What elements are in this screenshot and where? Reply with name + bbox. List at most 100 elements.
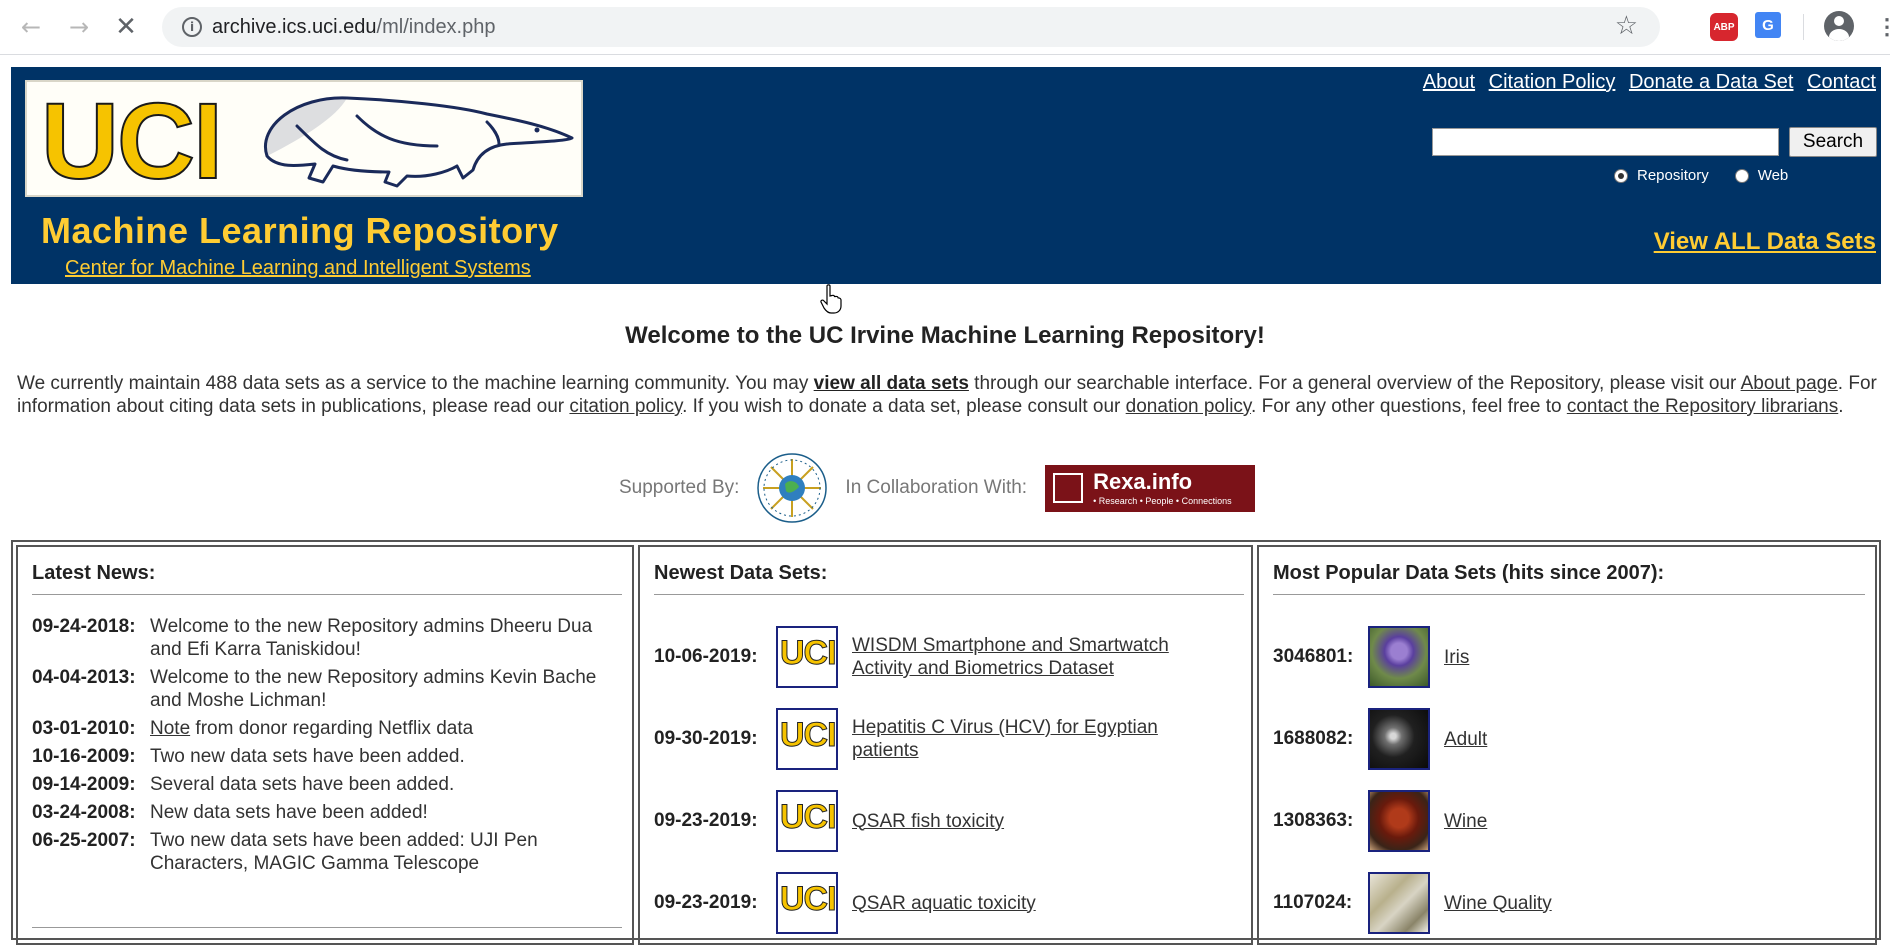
news-item: 10-16-2009: Two new data sets have been … <box>32 745 622 768</box>
intro-paragraph: We currently maintain 488 data sets as a… <box>17 372 1877 418</box>
news-item: 03-01-2010: Note from donor regarding Ne… <box>32 717 622 740</box>
donation-policy-link[interactable]: donation policy <box>1126 396 1251 417</box>
iris-flower-thumbnail[interactable] <box>1368 626 1430 688</box>
hand-cursor-icon <box>820 284 842 314</box>
newest-dataset-row: 09-30-2019: UCI Hepatitis C Virus (HCV) … <box>654 706 1192 772</box>
news-list: 09-24-2018: Welcome to the new Repositor… <box>32 615 622 880</box>
search-input[interactable] <box>1432 128 1779 156</box>
browser-menu-icon[interactable]: ⋮ <box>1876 14 1890 40</box>
popular-dataset-row: 3046801: Iris <box>1273 624 1784 690</box>
back-arrow-icon[interactable]: ← <box>16 12 46 42</box>
uci-logo[interactable]: UCI <box>25 79 583 202</box>
newest-dataset-row: 09-23-2019: UCI QSAR fish toxicity <box>654 788 1192 854</box>
dataset-link[interactable]: QSAR fish toxicity <box>852 810 1192 833</box>
nav-link-citation-policy[interactable]: Citation Policy <box>1489 71 1616 93</box>
stop-loading-icon[interactable]: ✕ <box>111 12 141 42</box>
rexa-name: Rexa.info <box>1093 468 1193 494</box>
rexa-mark-icon <box>1053 472 1084 503</box>
search-button[interactable]: Search <box>1789 127 1877 157</box>
radio-repository[interactable] <box>1614 168 1628 183</box>
dataset-date: 09-23-2019: <box>654 892 758 913</box>
site-title: Machine Learning Repository <box>41 210 559 251</box>
welcome-title: Welcome to the UC Irvine Machine Learnin… <box>625 322 1265 349</box>
news-item: 03-24-2008: New data sets have been adde… <box>32 801 622 824</box>
url-path: /ml/index.php <box>376 16 496 38</box>
news-text: Several data sets have been added. <box>150 774 455 795</box>
site-header: UCI Machine Learning Repository Center f… <box>11 67 1881 284</box>
uci-thumbnail-icon[interactable]: UCI <box>776 708 838 770</box>
news-date: 09-24-2018: <box>32 616 136 637</box>
wine-glass-thumbnail[interactable] <box>1368 790 1430 852</box>
contact-librarians-link[interactable]: contact the Repository librarians <box>1567 396 1838 417</box>
newest-dataset-row: 10-06-2019: UCI WISDM Smartphone and Sma… <box>654 624 1192 690</box>
newest-dataset-row: 09-23-2019: UCI QSAR aquatic toxicity <box>654 870 1192 936</box>
wine-quality-thumbnail[interactable] <box>1368 872 1430 934</box>
intro-text: . For any other questions, feel free to <box>1251 396 1567 417</box>
nsf-logo-icon[interactable] <box>755 451 829 525</box>
dataset-date: 10-06-2019: <box>654 646 758 667</box>
news-item: 04-04-2013: Welcome to the new Repositor… <box>32 666 622 712</box>
dataset-date: 09-30-2019: <box>654 728 758 749</box>
news-text: Welcome to the new Repository admins Kev… <box>150 667 597 711</box>
latest-news-title: Latest News: <box>32 562 156 584</box>
divider <box>32 594 622 595</box>
news-date: 09-14-2009: <box>32 774 136 795</box>
rexa-logo[interactable]: Rexa.info • Research • People • Connecti… <box>1045 464 1256 512</box>
dataset-link[interactable]: Iris <box>1444 646 1784 669</box>
supported-by-label: Supported By: <box>619 477 740 498</box>
divider <box>32 927 622 928</box>
news-text: Two new data sets have been added: UJI P… <box>150 830 538 874</box>
nav-link-contact[interactable]: Contact <box>1807 71 1876 93</box>
news-text: Two new data sets have been added. <box>150 746 465 767</box>
view-all-datasets-link[interactable]: View ALL Data Sets <box>1654 228 1876 256</box>
citation-policy-link[interactable]: citation policy <box>569 396 682 417</box>
dataset-link[interactable]: Adult <box>1444 728 1784 751</box>
bookmark-star-icon[interactable]: ☆ <box>1615 11 1638 41</box>
netflix-note-link[interactable]: Note <box>150 718 190 739</box>
hit-count: 1688082: <box>1273 728 1354 749</box>
adblock-extension-icon[interactable]: ABP <box>1710 13 1738 41</box>
latest-news-panel: Latest News: 09-24-2018: Welcome to the … <box>16 545 634 945</box>
news-text: Note from donor regarding Netflix data <box>150 717 473 740</box>
news-text: Welcome to the new Repository admins Dhe… <box>150 616 593 660</box>
url-text[interactable]: archive.ics.uci.edu/ml/index.php <box>212 16 496 39</box>
news-item: 09-24-2018: Welcome to the new Repositor… <box>32 615 622 661</box>
sponsors-row: Supported By: In Collaboration With: Rex… <box>619 451 1256 525</box>
search-scope-radios: Repository Web <box>1614 167 1814 184</box>
subtitle-link[interactable]: Center for Machine Learning and Intellig… <box>65 257 531 280</box>
uci-thumbnail-icon[interactable]: UCI <box>776 872 838 934</box>
url-host: archive.ics.uci.edu <box>212 16 377 38</box>
profile-avatar-icon[interactable] <box>1824 11 1854 41</box>
address-bar[interactable]: i archive.ics.uci.edu/ml/index.php ☆ <box>162 7 1660 47</box>
about-page-link[interactable]: About page <box>1741 373 1838 394</box>
logo-uci-text: UCI <box>40 79 224 202</box>
dataset-link[interactable]: WISDM Smartphone and Smartwatch Activity… <box>852 634 1192 680</box>
info-icon[interactable]: i <box>182 17 202 37</box>
radio-web-label: Web <box>1757 167 1789 184</box>
forward-arrow-icon[interactable]: → <box>64 12 94 42</box>
translate-extension-icon[interactable]: G <box>1755 12 1781 38</box>
dataset-link[interactable]: Wine <box>1444 810 1784 833</box>
uci-thumbnail-icon[interactable]: UCI <box>776 790 838 852</box>
dataset-link[interactable]: Wine Quality <box>1444 892 1784 915</box>
news-item: 09-14-2009: Several data sets have been … <box>32 773 622 796</box>
dataset-link[interactable]: QSAR aquatic toxicity <box>852 892 1192 915</box>
news-text-rest: from donor regarding Netflix data <box>190 718 474 739</box>
uci-thumbnail-icon[interactable]: UCI <box>776 626 838 688</box>
news-date: 06-25-2007: <box>32 830 136 851</box>
view-all-datasets-inline-link[interactable]: view all data sets <box>814 373 969 394</box>
dataset-link[interactable]: Hepatitis C Virus (HCV) for Egyptian pat… <box>852 716 1192 762</box>
radio-web[interactable] <box>1734 168 1749 183</box>
adult-census-thumbnail[interactable] <box>1368 708 1430 770</box>
popular-dataset-row: 1688082: Adult <box>1273 706 1784 772</box>
collaboration-label: In Collaboration With: <box>845 477 1028 498</box>
popular-dataset-row: 1107024: Wine Quality <box>1273 870 1784 936</box>
nav-link-about[interactable]: About <box>1423 71 1475 93</box>
nav-link-donate[interactable]: Donate a Data Set <box>1629 71 1794 93</box>
intro-text: through our searchable interface. For a … <box>968 373 1741 394</box>
intro-text: . <box>1838 396 1844 417</box>
news-date: 03-01-2010: <box>32 718 136 739</box>
toolbar-divider <box>1803 14 1804 40</box>
hit-count: 1308363: <box>1273 810 1354 831</box>
intro-text: We currently maintain 488 data sets as a… <box>17 373 814 394</box>
